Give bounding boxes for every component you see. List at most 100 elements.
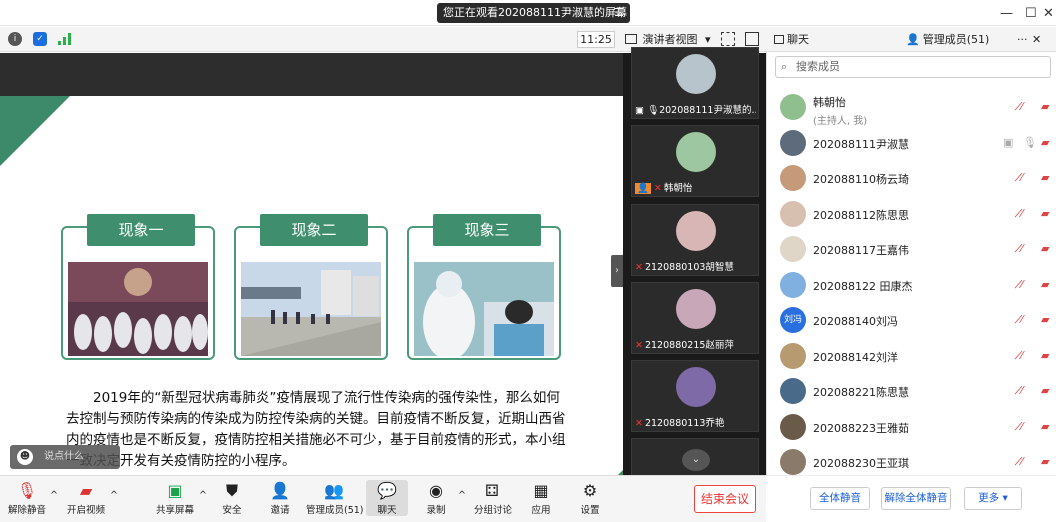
settings-button[interactable]: ⚙ 设置 [576, 480, 604, 516]
video-tile[interactable]: 👤 ✕ 韩朝怡 [631, 125, 759, 197]
mic-muted-icon: 🎙 [16, 481, 38, 500]
camera-off-icon[interactable]: ▰ [1041, 171, 1049, 184]
slide-corner-decoration [0, 96, 70, 166]
speech-placeholder: 说点什么 [44, 451, 84, 462]
invite-button[interactable]: 👤 邀请 [266, 480, 294, 516]
collapse-gallery-handle[interactable]: › [611, 255, 623, 287]
camera-off-icon[interactable]: ▰ [1041, 313, 1049, 326]
camera-off-icon[interactable]: ▰ [1041, 242, 1049, 255]
end-meeting-button[interactable]: 结束会议 [694, 485, 756, 513]
camera-off-icon[interactable]: ▰ [1041, 278, 1049, 291]
member-row[interactable]: 韩朝怡 (主持人, 我) ⁄̸ ▰ [767, 90, 1056, 127]
security-button[interactable]: ⛊ 安全 [218, 480, 246, 516]
member-row[interactable]: 202088142刘洋 ⁄̸ ▰ [767, 339, 1056, 374]
fullscreen-icon[interactable] [721, 32, 735, 46]
tab-members[interactable]: 👤 管理成员(51) [906, 31, 989, 48]
video-tile[interactable]: ✕ 2120880113乔艳 [631, 360, 759, 432]
banner-menu-icon[interactable]: ☰ [614, 3, 624, 23]
manage-members-button[interactable]: 👥 管理成员(51) [306, 480, 364, 516]
record-button[interactable]: ◉ 录制 [422, 480, 450, 516]
breakout-icon: ⚃ [485, 481, 499, 500]
maximize-button[interactable]: ☐ [1025, 6, 1037, 21]
member-name: 202088142刘洋 [813, 350, 898, 364]
shield-icon: ⛊ [225, 481, 238, 500]
speech-input[interactable]: ☻ 说点什么 [10, 445, 120, 469]
member-row[interactable]: 202088223王雅茹 ⁄̸ ▰ [767, 410, 1056, 445]
info-icon[interactable]: i [8, 32, 22, 46]
camera-off-icon[interactable]: ▰ [1041, 384, 1049, 397]
meeting-toolbar: 🎙 解除静音 ^ ▰ 开启视频 ^ ▣ 共享屏幕 ^ ⛊ 安全 👤 邀请 👥 管… [0, 475, 766, 522]
chevron-up-icon[interactable]: ^ [199, 490, 207, 501]
chat-tab-label: 聊天 [787, 33, 809, 46]
apps-button[interactable]: ▦ 应用 [527, 480, 555, 516]
slide-paragraph: 2019年的“新型冠状病毒肺炎”疫情展现了流行性传染病的强传染性，那么如何去控制… [66, 390, 566, 469]
member-row[interactable]: 202088110杨云琦 ⁄̸ ▰ [767, 161, 1056, 196]
video-tile[interactable]: ✕ 2120880103胡智慧 [631, 204, 759, 276]
close-panel-button[interactable]: ✕ [1032, 31, 1041, 48]
avatar [780, 449, 806, 475]
chat-label: 聊天 [377, 505, 397, 516]
mic-muted-icon[interactable]: ⁄̸ [1021, 420, 1023, 433]
more-options-button[interactable]: ··· [1017, 31, 1028, 48]
invite-label: 邀请 [270, 505, 290, 516]
member-row[interactable]: 202088221陈思慧 ⁄̸ ▰ [767, 374, 1056, 409]
phenomenon-label: 现象一 [87, 214, 195, 246]
chevron-down-icon[interactable]: ⌄ [682, 449, 710, 471]
start-video-button[interactable]: ▰ 开启视频 [64, 480, 108, 516]
video-tile[interactable]: ✕ 2120880215赵丽萍 [631, 282, 759, 354]
chat-icon: 💬 [377, 481, 397, 500]
mic-muted-icon[interactable]: ⁄̸ [1021, 171, 1023, 184]
mute-all-button[interactable]: 全体静音 [810, 487, 870, 510]
mic-muted-icon: ✕ [635, 262, 643, 273]
mic-muted-icon[interactable]: ⁄̸ [1021, 207, 1023, 220]
camera-off-icon[interactable]: ▰ [1041, 100, 1049, 113]
camera-off-icon[interactable]: ▰ [1041, 207, 1049, 220]
viewing-banner[interactable]: 您正在观看202088111尹淑慧的屏幕 ☰ [437, 3, 630, 23]
video-tile[interactable]: ▣ 🎙202088111尹淑慧的... [631, 47, 759, 119]
video-tile[interactable]: ⌄ [631, 438, 759, 478]
mic-muted-icon[interactable]: ⁄̸ [1021, 242, 1023, 255]
presentation-slide: 现象一 现象二 现象三 2019年的“新型冠状病毒肺炎”疫情展现了流行性传染病的… [0, 96, 623, 498]
view-switch-button[interactable]: 演讲者视图 ▾ [625, 31, 711, 48]
avatar [676, 367, 716, 407]
tab-chat[interactable]: 聊天 [774, 31, 809, 48]
chat-button[interactable]: 💬 聊天 [366, 480, 408, 516]
member-row[interactable]: 刘冯 202088140刘冯 ⁄̸ ▰ [767, 303, 1056, 338]
camera-off-icon[interactable]: ▰ [1041, 455, 1049, 468]
chevron-up-icon[interactable]: ^ [110, 490, 118, 501]
security-label: 安全 [222, 505, 242, 516]
chevron-up-icon[interactable]: ^ [50, 490, 58, 501]
shield-icon[interactable]: ✓ [33, 32, 47, 46]
camera-off-icon[interactable]: ▰ [1041, 349, 1049, 362]
camera-off-icon[interactable]: ▰ [1041, 136, 1049, 149]
member-search-input[interactable]: ⌕ 搜索成员 [775, 56, 1051, 78]
breakout-label: 分组讨论 [474, 505, 513, 516]
mic-muted-icon[interactable]: ⁄̸ [1021, 349, 1023, 362]
layout-icon[interactable] [745, 32, 759, 46]
unmute-all-button[interactable]: 解除全体静音 [881, 487, 951, 510]
more-button[interactable]: 更多 ▾ [964, 487, 1022, 510]
minimize-button[interactable]: — [1000, 6, 1013, 21]
close-window-button[interactable]: ✕ [1043, 6, 1054, 21]
apps-icon: ▦ [533, 481, 549, 500]
mic-muted-icon[interactable]: ⁄̸ [1021, 100, 1023, 113]
avatar [780, 413, 806, 440]
mic-muted-icon[interactable]: ⁄̸ [1021, 384, 1023, 397]
member-row[interactable]: 202088117王嘉伟 ⁄̸ ▰ [767, 232, 1056, 267]
phenomenon-card-2: 现象二 [234, 214, 388, 360]
share-screen-button[interactable]: ▣ 共享屏幕 [154, 480, 196, 516]
member-row[interactable]: 202088122 田康杰 ⁄̸ ▰ [767, 268, 1056, 303]
camera-off-icon[interactable]: ▰ [1041, 420, 1049, 433]
chevron-up-icon[interactable]: ^ [458, 490, 466, 501]
unmute-button[interactable]: 🎙 解除静音 [8, 480, 46, 516]
breakout-button[interactable]: ⚃ 分组讨论 [474, 480, 513, 516]
member-row[interactable]: 202088111尹淑慧 ▣ 🎙 ▰ [767, 126, 1056, 161]
signal-icon[interactable] [58, 33, 72, 48]
mic-muted-icon[interactable]: ⁄̸ [1021, 455, 1023, 468]
mic-muted-icon[interactable]: ⁄̸ [1021, 313, 1023, 326]
phenomenon-label: 现象三 [433, 214, 541, 246]
avatar [780, 271, 806, 298]
member-row[interactable]: 202088112陈思思 ⁄̸ ▰ [767, 197, 1056, 232]
emoji-icon[interactable]: ☻ [17, 449, 33, 465]
mic-muted-icon[interactable]: ⁄̸ [1021, 278, 1023, 291]
